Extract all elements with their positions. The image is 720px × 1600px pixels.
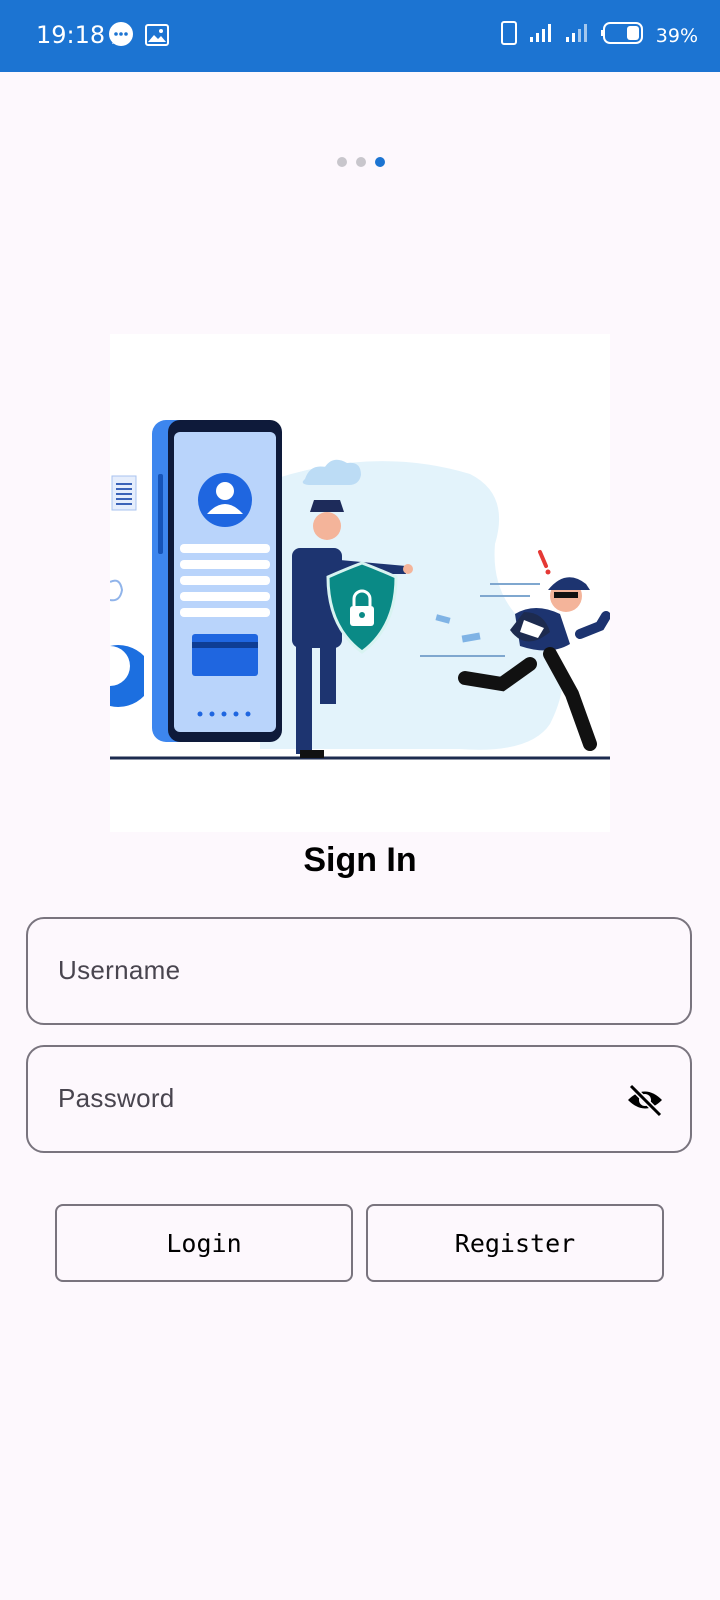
notification-icons bbox=[106, 20, 170, 55]
page-dot-1[interactable] bbox=[337, 157, 347, 167]
message-icon bbox=[106, 20, 136, 55]
security-illustration bbox=[109, 334, 611, 832]
vibrate-icon bbox=[500, 20, 518, 51]
signal-icon-2 bbox=[564, 22, 590, 49]
battery-percent: 39% bbox=[655, 24, 698, 47]
password-placeholder: Password bbox=[58, 1083, 175, 1113]
eye-off-icon[interactable] bbox=[626, 1083, 664, 1118]
page-dot-3-active[interactable] bbox=[375, 157, 385, 167]
page-dot-2[interactable] bbox=[356, 157, 366, 167]
page-title: Sign In bbox=[303, 841, 417, 879]
signal-icon bbox=[528, 22, 554, 49]
battery-icon bbox=[600, 21, 646, 50]
register-button[interactable]: Register bbox=[366, 1204, 664, 1282]
image-icon bbox=[144, 22, 170, 53]
login-button[interactable]: Login bbox=[55, 1204, 353, 1282]
status-bar: 19:18 39% bbox=[0, 0, 720, 72]
password-field[interactable]: Password bbox=[26, 1045, 692, 1153]
username-field[interactable]: Username bbox=[26, 917, 692, 1025]
status-time: 19:18 bbox=[36, 21, 106, 49]
page-indicator bbox=[337, 157, 385, 167]
system-icons: 39% bbox=[500, 20, 698, 51]
username-placeholder: Username bbox=[58, 955, 181, 985]
